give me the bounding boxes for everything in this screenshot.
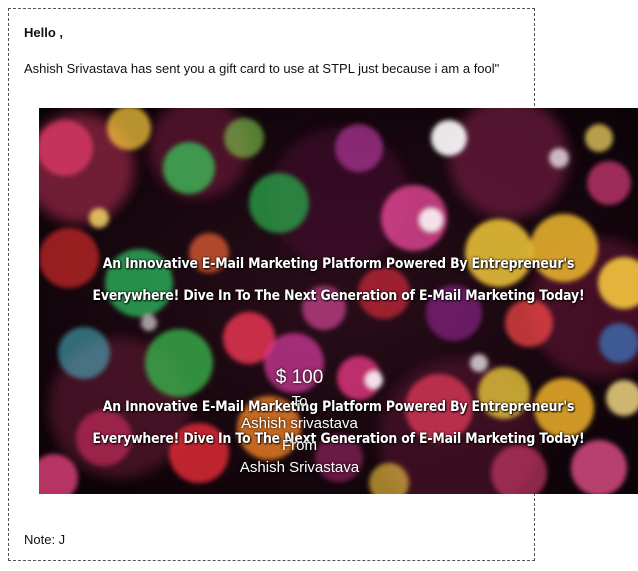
gift-message-text: Ashish Srivastava has sent you a gift ca… xyxy=(24,61,500,76)
to-label: To xyxy=(291,393,308,410)
greeting-text: Hello , xyxy=(24,25,64,40)
note-text: Note: J xyxy=(24,532,66,547)
from-label: From xyxy=(282,437,317,454)
gift-card-details: $ 100 To Ashish srivastava From Ashish S… xyxy=(0,365,599,479)
gift-amount: $ 100 xyxy=(275,367,324,388)
promo-top-line-1: An Innovative E-Mail Marketing Platform … xyxy=(102,256,575,272)
promo-headline-top: An Innovative E-Mail Marketing Platform … xyxy=(81,248,596,312)
recipient-name: Ashish srivastava xyxy=(241,415,358,432)
promo-top-line-2: Everywhere! Dive In To The Next Generati… xyxy=(92,288,585,304)
sender-name: Ashish Srivastava xyxy=(239,459,360,476)
